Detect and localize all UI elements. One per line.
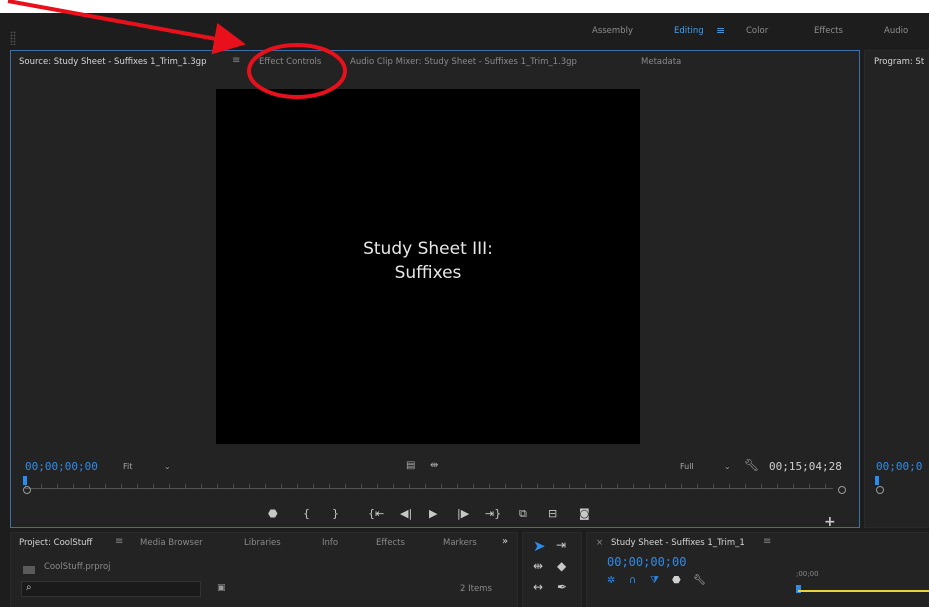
items-count: 2 Items (460, 584, 492, 594)
linked-selection-icon[interactable]: ⧩ (650, 575, 659, 586)
timeline-close-icon[interactable]: × (596, 538, 603, 548)
step-back-icon[interactable]: ◀| (400, 507, 412, 521)
search-icon: ⌕ (26, 582, 32, 593)
drag-audio-icon[interactable]: ⇹ (430, 460, 438, 472)
step-forward-icon[interactable]: |▶ (457, 507, 469, 521)
go-to-in-icon[interactable]: {⇤ (368, 507, 384, 521)
premiere-window: Assembly Editing ≡ Color Effects Audio S… (0, 13, 929, 607)
track-select-tool-icon[interactable]: ⇥ (556, 538, 566, 552)
tab-info[interactable]: Info (322, 538, 338, 548)
workspace-menu-icon[interactable]: ≡ (716, 13, 725, 49)
nest-icon[interactable]: ✲ (607, 575, 615, 586)
source-monitor-panel: Source: Study Sheet - Suffixes 1_Trim_1.… (10, 50, 860, 528)
more-panels-icon[interactable]: » (502, 536, 508, 547)
workspace-effects[interactable]: Effects (814, 13, 843, 49)
workspace-color[interactable]: Color (746, 13, 768, 49)
timeline-panel: × Study Sheet - Suffixes 1_Trim_1 ≡ 00;0… (586, 532, 929, 607)
timeline-ruler-label: ;00;00 (796, 570, 819, 578)
tools-panel: ➤ ⇥ ⇹ ◆ ↔ ✒ (522, 532, 582, 607)
video-title-line2: Suffixes (394, 263, 462, 283)
pen-tool-icon[interactable]: ✒ (557, 580, 567, 594)
add-marker-timeline-icon[interactable]: ⬣ (672, 575, 681, 586)
project-file-icon (23, 566, 35, 574)
video-title-line1: Study Sheet III: (363, 239, 493, 259)
tab-metadata[interactable]: Metadata (641, 57, 681, 67)
zoom-select[interactable]: Fit (123, 462, 132, 471)
zoom-start-handle[interactable] (23, 486, 31, 494)
program-playhead[interactable] (875, 476, 879, 485)
workspace-editing[interactable]: Editing (674, 13, 704, 49)
tab-effect-controls[interactable]: Effect Controls (259, 57, 321, 67)
program-timecode[interactable]: 00;00;0 (876, 460, 922, 473)
project-panel: Project: CoolStuff ≡ Media Browser Libra… (10, 532, 518, 607)
zoom-chevron-down-icon[interactable]: ⌄ (164, 462, 171, 471)
tab-audio-clip-mixer[interactable]: Audio Clip Mixer: Study Sheet - Suffixes… (350, 57, 577, 67)
ripple-edit-tool-icon[interactable]: ⇹ (533, 559, 543, 573)
workspace-assembly[interactable]: Assembly (592, 13, 633, 49)
work-area-bar[interactable] (798, 590, 929, 592)
project-file-name: CoolStuff.prproj (44, 562, 111, 572)
button-editor-plus-icon[interactable]: + (824, 514, 836, 527)
source-time-ticks (25, 484, 833, 489)
export-frame-icon[interactable]: ◙ (579, 507, 590, 521)
zoom-end-handle[interactable] (838, 486, 846, 494)
video-frame: Study Sheet III: Suffixes (216, 89, 640, 444)
tab-sequence[interactable]: Study Sheet - Suffixes 1_Trim_1 (611, 538, 745, 548)
video-title-text: Study Sheet III: Suffixes (216, 237, 640, 285)
timeline-menu-icon[interactable]: ≡ (763, 536, 771, 547)
add-marker-icon[interactable]: ⬣ (268, 507, 278, 521)
workspace-audio[interactable]: Audio (884, 13, 908, 49)
razor-tool-icon[interactable]: ◆ (557, 559, 566, 573)
timeline-timecode[interactable]: 00;00;00;00 (607, 555, 686, 569)
insert-icon[interactable]: ▤ (406, 460, 415, 472)
resolution-select[interactable]: Full (680, 462, 694, 471)
mark-in-icon[interactable]: { (303, 507, 310, 521)
tab-source[interactable]: Source: Study Sheet - Suffixes 1_Trim_1.… (19, 57, 206, 67)
tab-program[interactable]: Program: St (874, 57, 924, 67)
program-monitor-panel: Program: St 00;00;0 (864, 50, 929, 528)
tab-libraries[interactable]: Libraries (244, 538, 281, 548)
source-playhead[interactable] (23, 476, 27, 485)
project-menu-icon[interactable]: ≡ (115, 536, 123, 547)
tab-effects[interactable]: Effects (376, 538, 405, 548)
wrench-icon[interactable]: 🔧︎ (744, 459, 759, 471)
slip-tool-icon[interactable]: ↔ (533, 580, 543, 594)
snap-magnet-icon[interactable]: ∩ (629, 575, 636, 586)
timeline-settings-wrench-icon[interactable]: 🔧︎ (693, 575, 706, 586)
mark-out-icon[interactable]: } (332, 507, 339, 521)
new-search-bin-icon[interactable]: ▣ (217, 582, 226, 594)
tab-markers[interactable]: Markers (443, 538, 477, 548)
resolution-chevron-down-icon[interactable]: ⌄ (724, 462, 731, 471)
go-to-out-icon[interactable]: ⇥} (485, 507, 501, 521)
play-icon[interactable]: ▶ (429, 507, 437, 521)
source-timecode[interactable]: 00;00;00;00 (25, 460, 98, 473)
overwrite-clip-icon[interactable]: ⊟ (548, 507, 557, 521)
source-menu-icon[interactable]: ≡ (232, 55, 240, 66)
insert-clip-icon[interactable]: ⧉ (519, 507, 527, 521)
project-search-input[interactable] (21, 581, 201, 597)
selection-tool-icon[interactable]: ➤ (533, 537, 546, 555)
tab-project[interactable]: Project: CoolStuff (19, 538, 92, 548)
tab-media-browser[interactable]: Media Browser (140, 538, 203, 548)
source-duration: 00;15;04;28 (769, 460, 842, 473)
panel-grip[interactable] (10, 31, 16, 45)
program-zoom-handle[interactable] (876, 486, 884, 494)
